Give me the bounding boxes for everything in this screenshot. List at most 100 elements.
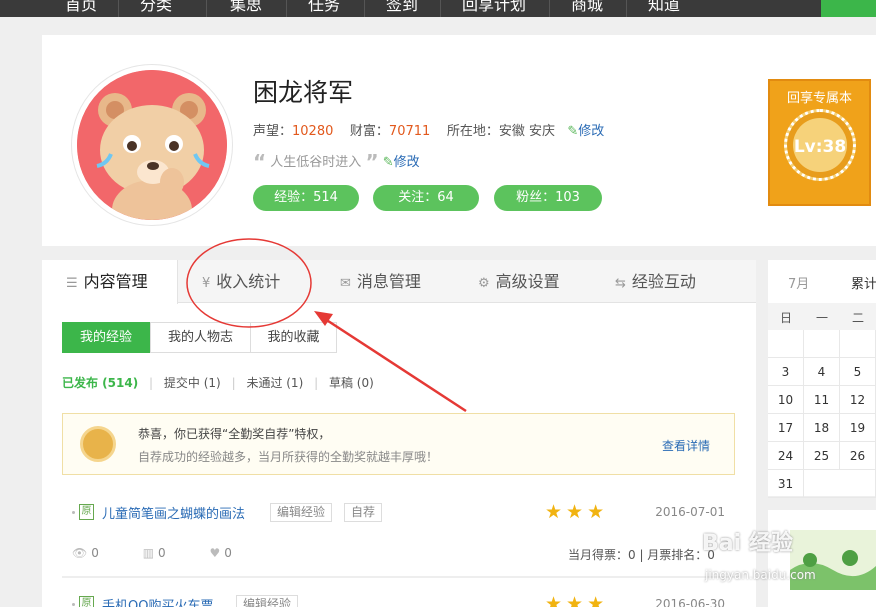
calendar-day [804, 470, 876, 498]
nav-divider [364, 0, 365, 17]
calendar-weekdays: 日 一 二 [768, 303, 876, 330]
vip-badge[interactable]: 回享专属本 Lv:38 [768, 79, 871, 206]
list-icon: ☰ [66, 276, 78, 291]
edit-location-link[interactable]: ✎修改 [567, 124, 604, 139]
calendar-day[interactable] [768, 330, 804, 358]
nav-item-mall[interactable]: 商城 [571, 0, 603, 15]
top-nav: 首页 分类 集思 任务 签到 回享计划 商城 知道 [0, 0, 876, 17]
motto: “ 人生低谷时进入 ” ✎修改 [253, 150, 420, 174]
calendar-day[interactable]: 11 [804, 386, 840, 414]
edit-motto-link[interactable]: ✎修改 [383, 155, 420, 170]
follow-pill[interactable]: 关注：64 [373, 185, 479, 211]
quote-close-icon: ” [365, 150, 379, 174]
calendar-month[interactable]: 7月 [788, 273, 809, 292]
nav-divider [118, 0, 119, 17]
calendar-day[interactable]: 10 [768, 386, 804, 414]
pencil-icon: ✎ [567, 124, 579, 139]
nav-divider [549, 0, 550, 17]
edit-experience-button[interactable]: 编辑经验 [270, 503, 333, 522]
votes-count: ▥ 0 [142, 546, 166, 560]
filter-draft[interactable]: 草稿 (0) [329, 376, 374, 390]
calendar-day[interactable]: 26 [840, 442, 876, 470]
original-badge: 原 [79, 504, 94, 520]
article-title[interactable]: 儿童简笔画之蝴蝶的画法 [102, 503, 245, 522]
article-date: 2016-06-30 [655, 597, 725, 607]
notice-details-link[interactable]: 查看详情 [662, 437, 710, 454]
row-divider [62, 576, 735, 578]
calendar-day[interactable]: 17 [768, 414, 804, 442]
filter-failed[interactable]: 未通过 (1) [246, 376, 303, 390]
calendar-day[interactable] [840, 330, 876, 358]
nav-divider [440, 0, 441, 17]
wealth-value: 70711 [388, 124, 431, 139]
yen-icon: ¥ [202, 276, 211, 291]
nav-item-home[interactable]: 首页 [65, 0, 97, 15]
calendar-header: 7月 累计 [768, 260, 876, 303]
status-filters: 已发布 (514) | 提交中 (1) | 未通过 (1) | 草稿 (0) [62, 374, 374, 391]
experience-pill[interactable]: 经验：514 [253, 185, 359, 211]
bullet-icon [72, 511, 75, 514]
subtab-my-profiles[interactable]: 我的人物志 [150, 322, 251, 353]
calendar-widget: 7月 累计 日 一 二 3 4 5 10 11 12 17 18 19 24 2… [768, 260, 876, 498]
tab-income-stats[interactable]: ¥ 收入统计 [202, 260, 280, 303]
heart-icon: ♥ [209, 546, 221, 560]
fans-pill[interactable]: 粉丝：103 [494, 185, 602, 211]
motto-text: 人生低谷时进入 [270, 155, 362, 170]
wealth-label: 财富： [349, 124, 389, 139]
calendar-total[interactable]: 累计 [851, 273, 876, 292]
tab-content-management[interactable]: ☰ 内容管理 [42, 260, 178, 304]
watermark-brand: Bai 经验 [702, 531, 793, 556]
edit-experience-button[interactable]: 编辑经验 [236, 595, 299, 607]
nav-item-know[interactable]: 知道 [648, 0, 680, 15]
notice-line-1: 恭喜，你已获得“全勤奖自荐”特权， [138, 427, 331, 441]
nav-item-collect[interactable]: 集思 [230, 0, 262, 15]
calendar-day[interactable]: 24 [768, 442, 804, 470]
article-title[interactable]: 手机QQ购买火车票 [102, 595, 213, 607]
reputation-label: 声望： [253, 124, 293, 139]
rating-stars-icon: ★★★ [545, 501, 609, 523]
calendar-day[interactable] [804, 330, 840, 358]
filter-published[interactable]: 已发布 (514) [62, 376, 138, 390]
filter-divider: | [314, 376, 319, 390]
subtab-my-favorites[interactable]: 我的收藏 [250, 322, 337, 353]
nav-divider [206, 0, 207, 17]
filter-submitted[interactable]: 提交中 (1) [164, 376, 221, 390]
nav-action-button[interactable] [821, 0, 876, 17]
nav-divider [626, 0, 627, 17]
tab-bar: ☰ 内容管理 ¥ 收入统计 ✉ 消息管理 ⚙ 高级设置 ⇆ 经验互动 [42, 260, 756, 304]
tab-message-management[interactable]: ✉ 消息管理 [340, 260, 421, 303]
gear-icon: ⚙ [478, 276, 490, 291]
watermark-url: jingyan.baidu.com [705, 568, 816, 582]
notice-line-2: 自荐成功的经验越多，当月所获得的全勤奖就越丰厚哦！ [138, 450, 439, 464]
article-date: 2016-07-01 [655, 505, 725, 519]
article-metrics: 👁 0 ▥ 0 ♥ 0 [72, 546, 232, 560]
original-badge: 原 [79, 596, 94, 607]
calendar-day[interactable]: 5 [840, 358, 876, 386]
calendar-day[interactable]: 18 [804, 414, 840, 442]
nav-item-category[interactable]: 分类 [140, 0, 172, 15]
bullet-icon [72, 603, 75, 606]
avatar[interactable] [72, 65, 232, 225]
main-panel: ☰ 内容管理 ¥ 收入统计 ✉ 消息管理 ⚙ 高级设置 ⇆ 经验互动 我的经验 我的人物志… [42, 260, 756, 607]
username: 困龙将军 [253, 78, 354, 107]
calendar-day[interactable]: 25 [804, 442, 840, 470]
medal-icon: Lv:38 [784, 109, 856, 181]
likes-count: ♥ 0 [209, 546, 232, 560]
nav-item-share-plan[interactable]: 回享计划 [462, 0, 526, 15]
tab-experience-interaction[interactable]: ⇆ 经验互动 [615, 260, 696, 303]
eye-icon: 👁 [72, 546, 88, 560]
nav-item-task[interactable]: 任务 [308, 0, 340, 15]
self-recommend-button[interactable]: 自荐 [344, 503, 383, 522]
calendar-day[interactable]: 4 [804, 358, 840, 386]
weekday-label: 日 [779, 311, 792, 325]
vip-title: 回享专属本 [786, 91, 852, 106]
calendar-day[interactable]: 19 [840, 414, 876, 442]
tab-advanced-settings[interactable]: ⚙ 高级设置 [478, 260, 560, 303]
nav-item-signin[interactable]: 签到 [386, 0, 418, 15]
calendar-day[interactable]: 3 [768, 358, 804, 386]
rating-stars-icon: ★★★ [545, 593, 609, 607]
views-count: 👁 0 [72, 546, 99, 560]
calendar-day[interactable]: 31 [768, 470, 804, 498]
calendar-day[interactable]: 12 [840, 386, 876, 414]
subtab-my-experience[interactable]: 我的经验 [62, 322, 150, 353]
